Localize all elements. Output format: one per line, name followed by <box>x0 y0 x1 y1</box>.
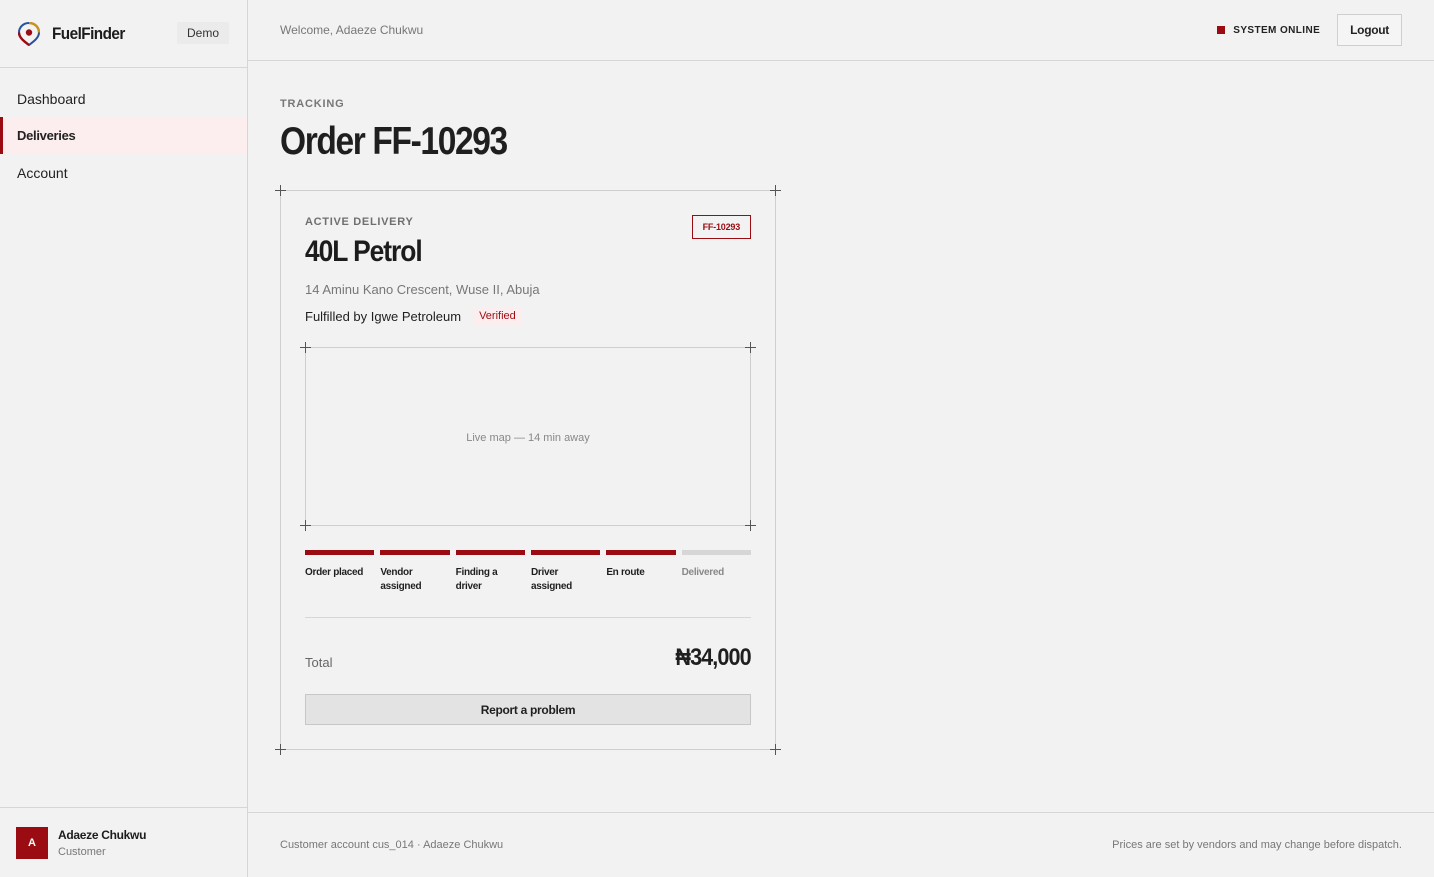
top-header: Welcome, Adaeze Chukwu SYSTEM ONLINE Log… <box>248 0 1434 61</box>
report-problem-button[interactable]: Report a problem <box>305 694 751 725</box>
sidebar-nav: Dashboard Deliveries Account <box>0 80 247 191</box>
progress-step: Delivered <box>681 550 751 594</box>
user-name: Adaeze Chukwu <box>58 827 147 842</box>
footer: Customer account cus_014 · Adaeze Chukwu… <box>248 812 1434 877</box>
map-label: Live map — 14 min away <box>466 432 590 444</box>
total-label: Total <box>305 655 333 670</box>
progress-step-bar <box>455 550 525 555</box>
footer-disclaimer: Prices are set by vendors and may change… <box>1112 839 1402 851</box>
fuel-pin-logo-icon <box>18 21 40 46</box>
progress-step-bar <box>305 550 375 555</box>
divider <box>305 617 751 618</box>
progress-step-label: Order placed <box>305 567 364 578</box>
corner-crosshair-icon <box>275 744 286 755</box>
progress-step-bar <box>606 550 676 555</box>
progress-steps: Order placed Vendor assigned Finding a d… <box>305 550 751 594</box>
progress-step-bar <box>681 550 751 555</box>
fulfilled-by-text: Fulfilled by Igwe Petroleum <box>305 308 462 324</box>
progress-step: Driver assigned <box>530 550 601 594</box>
progress-step: Vendor assigned <box>380 550 450 594</box>
delivery-address: 14 Aminu Kano Crescent, Wuse II, Abuja <box>305 282 540 297</box>
card-eyebrow: ACTIVE DELIVERY <box>305 216 414 228</box>
page-title: Order FF-10293 <box>280 120 508 163</box>
user-profile[interactable]: A Adaeze Chukwu Customer <box>0 807 247 877</box>
order-card: ACTIVE DELIVERY FF-10293 40L Petrol 14 A… <box>275 185 781 755</box>
avatar: A <box>16 826 48 859</box>
progress-step: En route <box>606 550 676 594</box>
user-role: Customer <box>58 845 106 858</box>
live-map[interactable]: Live map — 14 min away <box>300 342 756 531</box>
verified-badge: Verified <box>473 307 522 325</box>
brand-name: FuelFinder <box>52 23 125 43</box>
order-id-tag: FF-10293 <box>691 215 751 239</box>
logout-button[interactable]: Logout <box>1337 14 1402 46</box>
progress-step-label: En route <box>606 567 645 578</box>
corner-crosshair-icon <box>770 744 781 755</box>
corner-crosshair-icon <box>745 520 756 531</box>
system-status: SYSTEM ONLINE <box>1217 25 1320 36</box>
corner-crosshair-icon <box>300 342 311 353</box>
progress-step-label: Driver assigned <box>530 567 572 592</box>
progress-step-bar <box>380 550 450 555</box>
product-title: 40L Petrol <box>305 235 423 268</box>
vendor-line: Fulfilled by Igwe Petroleum Verified <box>305 307 522 325</box>
progress-step: Finding a driver <box>455 550 525 594</box>
welcome-text: Welcome, Adaeze Chukwu <box>280 23 424 37</box>
total-value: ₦34,000 <box>675 644 752 671</box>
progress-step-label: Finding a driver <box>455 567 498 592</box>
sidebar-item-dashboard[interactable]: Dashboard <box>0 80 247 117</box>
footer-account-text: Customer account cus_014 · Adaeze Chukwu <box>280 839 504 851</box>
demo-badge: Demo <box>176 22 229 44</box>
corner-crosshair-icon <box>300 520 311 531</box>
progress-step-bar <box>530 550 601 555</box>
sidebar-item-account[interactable]: Account <box>0 154 247 191</box>
status-indicator-icon <box>1217 26 1226 34</box>
sidebar: FuelFinder Demo Dashboard Deliveries Acc… <box>0 0 248 877</box>
brand-header: FuelFinder Demo <box>0 0 247 68</box>
progress-step-label: Vendor assigned <box>380 567 422 592</box>
corner-crosshair-icon <box>275 185 286 196</box>
status-label: SYSTEM ONLINE <box>1233 24 1321 36</box>
corner-crosshair-icon <box>770 185 781 196</box>
sidebar-item-deliveries[interactable]: Deliveries <box>0 117 247 154</box>
page-eyebrow: TRACKING <box>280 98 345 110</box>
progress-step-label: Delivered <box>681 567 725 578</box>
progress-step: Order placed <box>305 550 375 594</box>
corner-crosshair-icon <box>745 342 756 353</box>
